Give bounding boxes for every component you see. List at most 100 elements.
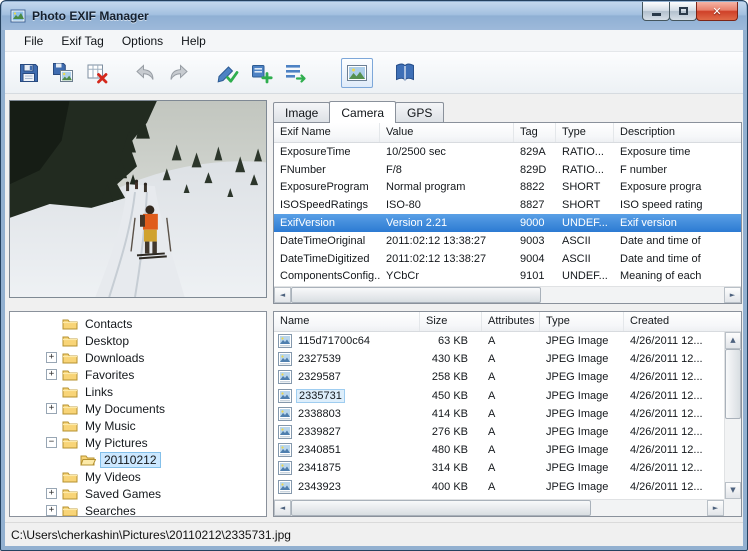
close-button[interactable]: ✕ xyxy=(696,2,738,21)
tree-item-links[interactable]: Links xyxy=(10,383,266,400)
file-col-header-size[interactable]: Size xyxy=(420,312,482,331)
folder-tree: Contacts Desktop+Downloads+FavoritesLinks… xyxy=(10,315,266,517)
tree-item-downloads[interactable]: +Downloads xyxy=(10,349,266,366)
exif-cell: ISO speed rating xyxy=(614,199,741,211)
file-row-2341875[interactable]: 2341875314 KBAJPEG Image4/26/2011 12... xyxy=(274,459,741,477)
tree-item-my-documents[interactable]: +My Documents xyxy=(10,400,266,417)
exif-row-isospeedratings[interactable]: ISOSpeedRatingsISO-808827SHORTISO speed … xyxy=(274,196,741,214)
open-folder-icon xyxy=(80,453,96,466)
file-row-2327539[interactable]: 2327539430 KBAJPEG Image4/26/2011 12... xyxy=(274,350,741,368)
file-row-2338803[interactable]: 2338803414 KBAJPEG Image4/26/2011 12... xyxy=(274,405,741,423)
file-col-header-attributes[interactable]: Attributes xyxy=(482,312,540,331)
exif-row-exposureprogram[interactable]: ExposureProgramNormal program8822SHORTEx… xyxy=(274,179,741,197)
file-row-2335731[interactable]: 2335731450 KBAJPEG Image4/26/2011 12... xyxy=(274,387,741,405)
tree-expander-icon[interactable]: + xyxy=(46,505,57,516)
file-hscrollbar[interactable]: ◄ ► xyxy=(274,499,724,516)
file-col-header-created[interactable]: Created xyxy=(624,312,741,331)
scroll-left-button[interactable]: ◄ xyxy=(274,500,291,516)
file-vscrollbar[interactable]: ▲ ▼ xyxy=(724,332,741,499)
scroll-up-button[interactable]: ▲ xyxy=(725,332,741,349)
tree-expander-icon[interactable]: + xyxy=(46,403,57,414)
scroll-thumb[interactable] xyxy=(291,500,591,516)
view-image-button[interactable] xyxy=(341,58,373,88)
save-image-button[interactable] xyxy=(47,58,79,88)
image-file-icon xyxy=(278,370,292,384)
help-button[interactable] xyxy=(389,58,421,88)
scroll-right-button[interactable]: ► xyxy=(707,500,724,516)
edit-tag-button[interactable] xyxy=(211,58,243,88)
maximize-button[interactable] xyxy=(669,2,697,21)
tree-item-desktop[interactable]: Desktop xyxy=(10,332,266,349)
delete-exif-button[interactable] xyxy=(81,58,113,88)
undo-button[interactable] xyxy=(129,58,161,88)
exif-cell: ExposureProgram xyxy=(274,181,380,193)
exif-cell: F/8 xyxy=(380,164,514,176)
file-row-2340851[interactable]: 2340851480 KBAJPEG Image4/26/2011 12... xyxy=(274,441,741,459)
file-row-2343923[interactable]: 2343923400 KBAJPEG Image4/26/2011 12... xyxy=(274,478,741,496)
minimize-button[interactable] xyxy=(642,2,670,21)
scroll-left-button[interactable]: ◄ xyxy=(274,287,291,303)
tree-item-saved-games[interactable]: +Saved Games xyxy=(10,485,266,502)
tab-camera[interactable]: Camera xyxy=(329,101,396,123)
tree-expander-icon[interactable]: + xyxy=(46,369,57,380)
exif-cell: 2011:02:12 13:38:27 xyxy=(380,235,514,247)
exif-col-header-description[interactable]: Description xyxy=(614,123,741,142)
arrow-right-icon: ► xyxy=(730,292,735,299)
file-row-2339827[interactable]: 2339827276 KBAJPEG Image4/26/2011 12... xyxy=(274,423,741,441)
add-tag-button[interactable] xyxy=(245,58,277,88)
tab-image[interactable]: Image xyxy=(273,102,330,122)
menu-item-exif-tag[interactable]: Exif Tag xyxy=(52,30,112,51)
exif-cell: RATIO... xyxy=(556,164,614,176)
titlebar[interactable]: Photo EXIF Manager ✕ xyxy=(2,2,746,30)
exif-tabs: ImageCameraGPS xyxy=(273,100,443,122)
scroll-down-button[interactable]: ▼ xyxy=(725,482,741,499)
menu-item-options[interactable]: Options xyxy=(113,30,172,51)
redo-icon xyxy=(167,61,191,85)
exif-cell: ComponentsConfig... xyxy=(274,270,380,282)
exif-col-header-exif-name[interactable]: Exif Name xyxy=(274,123,380,142)
menu-item-file[interactable]: File xyxy=(15,30,52,51)
exif-row-componentsconfig-[interactable]: ComponentsConfig...YCbCr9101UNDEF...Mean… xyxy=(274,268,741,286)
file-row-2329587[interactable]: 2329587258 KBAJPEG Image4/26/2011 12... xyxy=(274,368,741,386)
exif-row-exifversion[interactable]: ExifVersionVersion 2.219000UNDEF...Exif … xyxy=(274,214,741,232)
tree-item-my-music[interactable]: My Music xyxy=(10,417,266,434)
file-row-115d71700c64[interactable]: 115d71700c6463 KBAJPEG Image4/26/2011 12… xyxy=(274,332,741,350)
exif-row-datetimeoriginal[interactable]: DateTimeOriginal2011:02:12 13:38:279003A… xyxy=(274,232,741,250)
exif-row-exposuretime[interactable]: ExposureTime10/2500 sec829ARATIO...Expos… xyxy=(274,143,741,161)
tree-item-searches[interactable]: +Searches xyxy=(10,502,266,517)
save-icon xyxy=(17,61,41,85)
exif-col-header-type[interactable]: Type xyxy=(556,123,614,142)
exif-row-fnumber[interactable]: FNumberF/8829DRATIO...F number xyxy=(274,161,741,179)
file-size-cell: 414 KB xyxy=(420,408,482,420)
scroll-thumb[interactable] xyxy=(291,287,541,303)
scroll-right-button[interactable]: ► xyxy=(724,287,741,303)
exif-hscrollbar[interactable]: ◄ ► xyxy=(274,286,741,303)
tree-item-label: My Music xyxy=(82,419,139,433)
tree-expander-icon[interactable]: + xyxy=(46,352,57,363)
file-col-header-type[interactable]: Type xyxy=(540,312,624,331)
tree-item-20110212[interactable]: 20110212 xyxy=(10,451,266,468)
file-rows: 115d71700c6463 KBAJPEG Image4/26/2011 12… xyxy=(274,332,741,496)
exif-cell: ASCII xyxy=(556,235,614,247)
menu-item-help[interactable]: Help xyxy=(172,30,215,51)
exif-cell: UNDEF... xyxy=(556,270,614,282)
exif-col-header-tag[interactable]: Tag xyxy=(514,123,556,142)
undo-icon xyxy=(133,61,157,85)
file-col-header-name[interactable]: Name xyxy=(274,312,420,331)
folder-icon xyxy=(62,368,78,381)
scroll-thumb[interactable] xyxy=(725,349,741,419)
tab-gps[interactable]: GPS xyxy=(395,102,444,122)
tree-item-my-pictures[interactable]: −My Pictures xyxy=(10,434,266,451)
file-size-cell: 258 KB xyxy=(420,371,482,383)
tree-item-contacts[interactable]: Contacts xyxy=(10,315,266,332)
tag-list-button[interactable] xyxy=(279,58,311,88)
exif-row-datetimedigitized[interactable]: DateTimeDigitized2011:02:12 13:38:279004… xyxy=(274,250,741,268)
save-exif-button[interactable] xyxy=(13,58,45,88)
tree-item-my-videos[interactable]: My Videos xyxy=(10,468,266,485)
tree-item-label: Desktop xyxy=(82,334,132,348)
tree-item-favorites[interactable]: +Favorites xyxy=(10,366,266,383)
tree-expander-icon[interactable]: + xyxy=(46,488,57,499)
exif-col-header-value[interactable]: Value xyxy=(380,123,514,142)
redo-button[interactable] xyxy=(163,58,195,88)
tree-expander-icon[interactable]: − xyxy=(46,437,57,448)
